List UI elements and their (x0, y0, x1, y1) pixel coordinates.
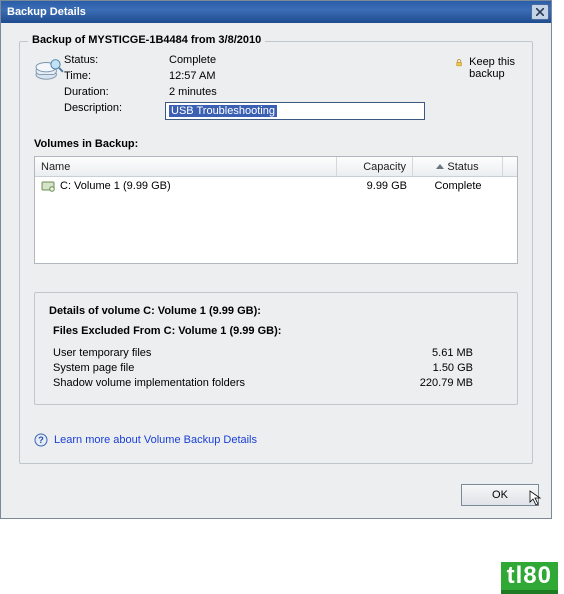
column-capacity[interactable]: Capacity (337, 157, 413, 176)
duration-label: Duration: (64, 86, 169, 98)
description-input[interactable]: USB Troubleshooting (165, 102, 425, 120)
help-link-row: ? Learn more about Volume Backup Details (34, 433, 518, 447)
backup-details-dialog: Backup Details Backup of MYSTICGE-1B4484… (0, 0, 552, 519)
group-title: Backup of MYSTICGE-1B4484 from 3/8/2010 (28, 34, 265, 46)
lock-icon (455, 56, 463, 70)
excluded-row: User temporary files 5.61 MB (53, 347, 503, 359)
list-header: Name Capacity Status (35, 157, 517, 177)
info-area: Status:Complete Time:12:57 AM Duration:2… (34, 54, 518, 124)
details-subtitle: Files Excluded From C: Volume 1 (9.99 GB… (53, 325, 503, 337)
excluded-size: 220.79 MB (403, 377, 503, 389)
close-icon (536, 8, 544, 16)
column-name[interactable]: Name (35, 157, 337, 176)
svg-text:?: ? (38, 435, 44, 445)
excluded-name: User temporary files (53, 347, 403, 359)
window-title: Backup Details (7, 6, 531, 18)
cursor-icon (529, 490, 543, 506)
learn-more-link[interactable]: Learn more about Volume Backup Details (54, 434, 257, 446)
description-value: USB Troubleshooting (169, 105, 277, 117)
volumes-heading: Volumes in Backup: (34, 138, 518, 150)
keep-backup-label: Keep this backup (469, 56, 518, 80)
volume-status: Complete (413, 180, 503, 192)
duration-value: 2 minutes (169, 86, 425, 98)
status-label: Status: (64, 54, 169, 66)
volume-capacity: 9.99 GB (337, 180, 413, 192)
volume-name: C: Volume 1 (9.99 GB) (60, 180, 171, 192)
help-icon: ? (34, 433, 48, 447)
excluded-name: Shadow volume implementation folders (53, 377, 403, 389)
description-label: Description: (64, 102, 169, 120)
button-bar: OK (1, 478, 551, 518)
excluded-row: System page file 1.50 GB (53, 362, 503, 374)
table-row[interactable]: C: Volume 1 (9.99 GB) 9.99 GB Complete (35, 177, 517, 195)
column-status-text: Status (447, 161, 478, 173)
excluded-row: Shadow volume implementation folders 220… (53, 377, 503, 389)
watermark: tl80 (501, 562, 558, 594)
status-value: Complete (169, 54, 425, 66)
excluded-size: 1.50 GB (403, 362, 503, 374)
titlebar[interactable]: Backup Details (1, 1, 551, 23)
time-label: Time: (64, 70, 169, 82)
volumes-list: Name Capacity Status C: Volume 1 (9.99 G… (34, 156, 518, 264)
volume-icon (41, 179, 55, 193)
details-title: Details of volume C: Volume 1 (9.99 GB): (49, 305, 503, 317)
volume-details-box: Details of volume C: Volume 1 (9.99 GB):… (34, 292, 518, 405)
column-pad (503, 157, 517, 176)
close-button[interactable] (531, 4, 549, 20)
dialog-content: Backup of MYSTICGE-1B4484 from 3/8/2010 … (1, 23, 551, 478)
excluded-size: 5.61 MB (403, 347, 503, 359)
ok-button[interactable]: OK (461, 484, 539, 506)
backup-info-group: Backup of MYSTICGE-1B4484 from 3/8/2010 … (19, 41, 533, 464)
column-status[interactable]: Status (413, 157, 503, 176)
drive-search-icon (34, 56, 64, 82)
sort-indicator-icon (436, 164, 444, 169)
time-value: 12:57 AM (169, 70, 425, 82)
excluded-name: System page file (53, 362, 403, 374)
